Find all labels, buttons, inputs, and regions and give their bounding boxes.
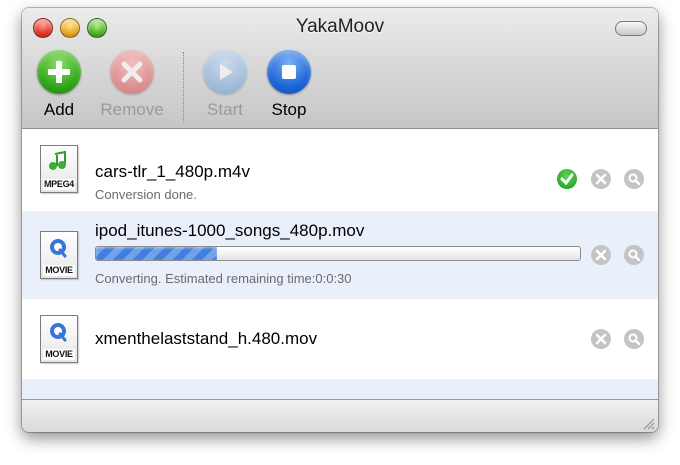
toolbar-separator bbox=[183, 52, 184, 122]
file-name: cars-tlr_1_480p.m4v bbox=[95, 162, 250, 181]
add-button[interactable]: Add bbox=[24, 50, 94, 120]
conversion-progress-bar bbox=[95, 246, 581, 261]
x-icon bbox=[110, 50, 154, 94]
stop-label: Stop bbox=[271, 100, 307, 119]
stop-icon bbox=[267, 50, 311, 94]
file-name: xmenthelaststand_h.480.mov bbox=[95, 329, 318, 348]
quicktime-movie-file-icon: MOVIE bbox=[40, 231, 78, 279]
x-icon bbox=[595, 333, 607, 345]
file-status: Conversion done. bbox=[95, 187, 197, 202]
file-type-badge: MOVIE bbox=[43, 265, 75, 276]
toolbar: Add Remove Start Stop bbox=[22, 50, 658, 126]
magnifier-icon bbox=[628, 333, 641, 346]
empty-row bbox=[22, 379, 658, 399]
window-title: YakaMoov bbox=[295, 16, 385, 37]
play-icon bbox=[203, 50, 247, 94]
file-status: Converting. Estimated remaining time:0:0… bbox=[95, 271, 352, 286]
progress-fill bbox=[96, 247, 217, 260]
quicktime-movie-file-icon: MOVIE bbox=[40, 315, 78, 363]
status-bar bbox=[22, 399, 658, 432]
titlebar: YakaMoov Add Remove Start Stop bbox=[22, 8, 658, 129]
file-type-badge: MOVIE bbox=[43, 349, 75, 360]
magnifier-icon bbox=[628, 249, 641, 262]
plus-icon bbox=[37, 50, 81, 94]
reveal-item-button[interactable] bbox=[624, 169, 644, 189]
start-button[interactable]: Start bbox=[190, 50, 260, 120]
remove-item-button[interactable] bbox=[591, 329, 611, 349]
checkmark-icon bbox=[557, 169, 577, 189]
mpeg4-file-icon: MPEG4 bbox=[40, 145, 78, 193]
remove-item-button[interactable] bbox=[591, 245, 611, 265]
file-name: ipod_itunes-1000_songs_480p.mov bbox=[95, 221, 365, 240]
file-type-badge: MPEG4 bbox=[43, 179, 75, 190]
reveal-item-button[interactable] bbox=[624, 329, 644, 349]
file-row[interactable]: MPEG4 cars-tlr_1_480p.m4v Conversion don… bbox=[22, 129, 658, 211]
x-icon bbox=[595, 173, 607, 185]
file-row[interactable]: MOVIE ipod_itunes-1000_songs_480p.mov Co… bbox=[22, 211, 658, 299]
remove-button[interactable]: Remove bbox=[97, 50, 167, 120]
toolbar-toggle-button[interactable] bbox=[615, 21, 647, 36]
stop-button[interactable]: Stop bbox=[254, 50, 324, 120]
app-window: YakaMoov Add Remove Start Stop MPEG4 car… bbox=[22, 8, 658, 432]
file-row[interactable]: MOVIE xmenthelaststand_h.480.mov bbox=[22, 299, 658, 379]
start-label: Start bbox=[207, 100, 243, 119]
add-label: Add bbox=[43, 100, 75, 119]
file-list: MPEG4 cars-tlr_1_480p.m4v Conversion don… bbox=[22, 129, 658, 399]
remove-label: Remove bbox=[100, 100, 164, 119]
reveal-item-button[interactable] bbox=[624, 245, 644, 265]
remove-item-button[interactable] bbox=[591, 169, 611, 189]
resize-grip-icon[interactable] bbox=[641, 416, 655, 430]
x-icon bbox=[595, 249, 607, 261]
magnifier-icon bbox=[628, 173, 641, 186]
